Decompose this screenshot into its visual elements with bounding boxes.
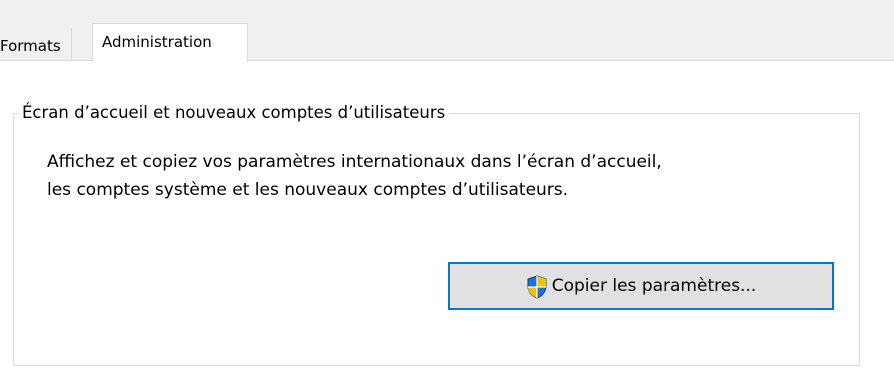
tab-administration-label: Administration <box>102 33 212 51</box>
groupbox-legend: Écran d’accueil et nouveaux comptes d’ut… <box>19 101 450 125</box>
tab-formats-label: Formats <box>0 37 61 55</box>
copy-settings-button-label: Copier les paramètres... <box>551 276 757 296</box>
tab-administration[interactable]: Administration <box>92 23 248 62</box>
description-line-1: Affichez et copiez vos paramètres intern… <box>47 152 662 172</box>
tab-formats[interactable]: Formats <box>0 28 72 61</box>
groupbox-description: Affichez et copiez vos paramètres intern… <box>47 148 662 204</box>
description-line-2: les comptes système et les nouveaux comp… <box>47 180 569 200</box>
copy-settings-button[interactable]: Copier les paramètres... <box>448 262 834 310</box>
uac-shield-icon <box>526 272 548 299</box>
